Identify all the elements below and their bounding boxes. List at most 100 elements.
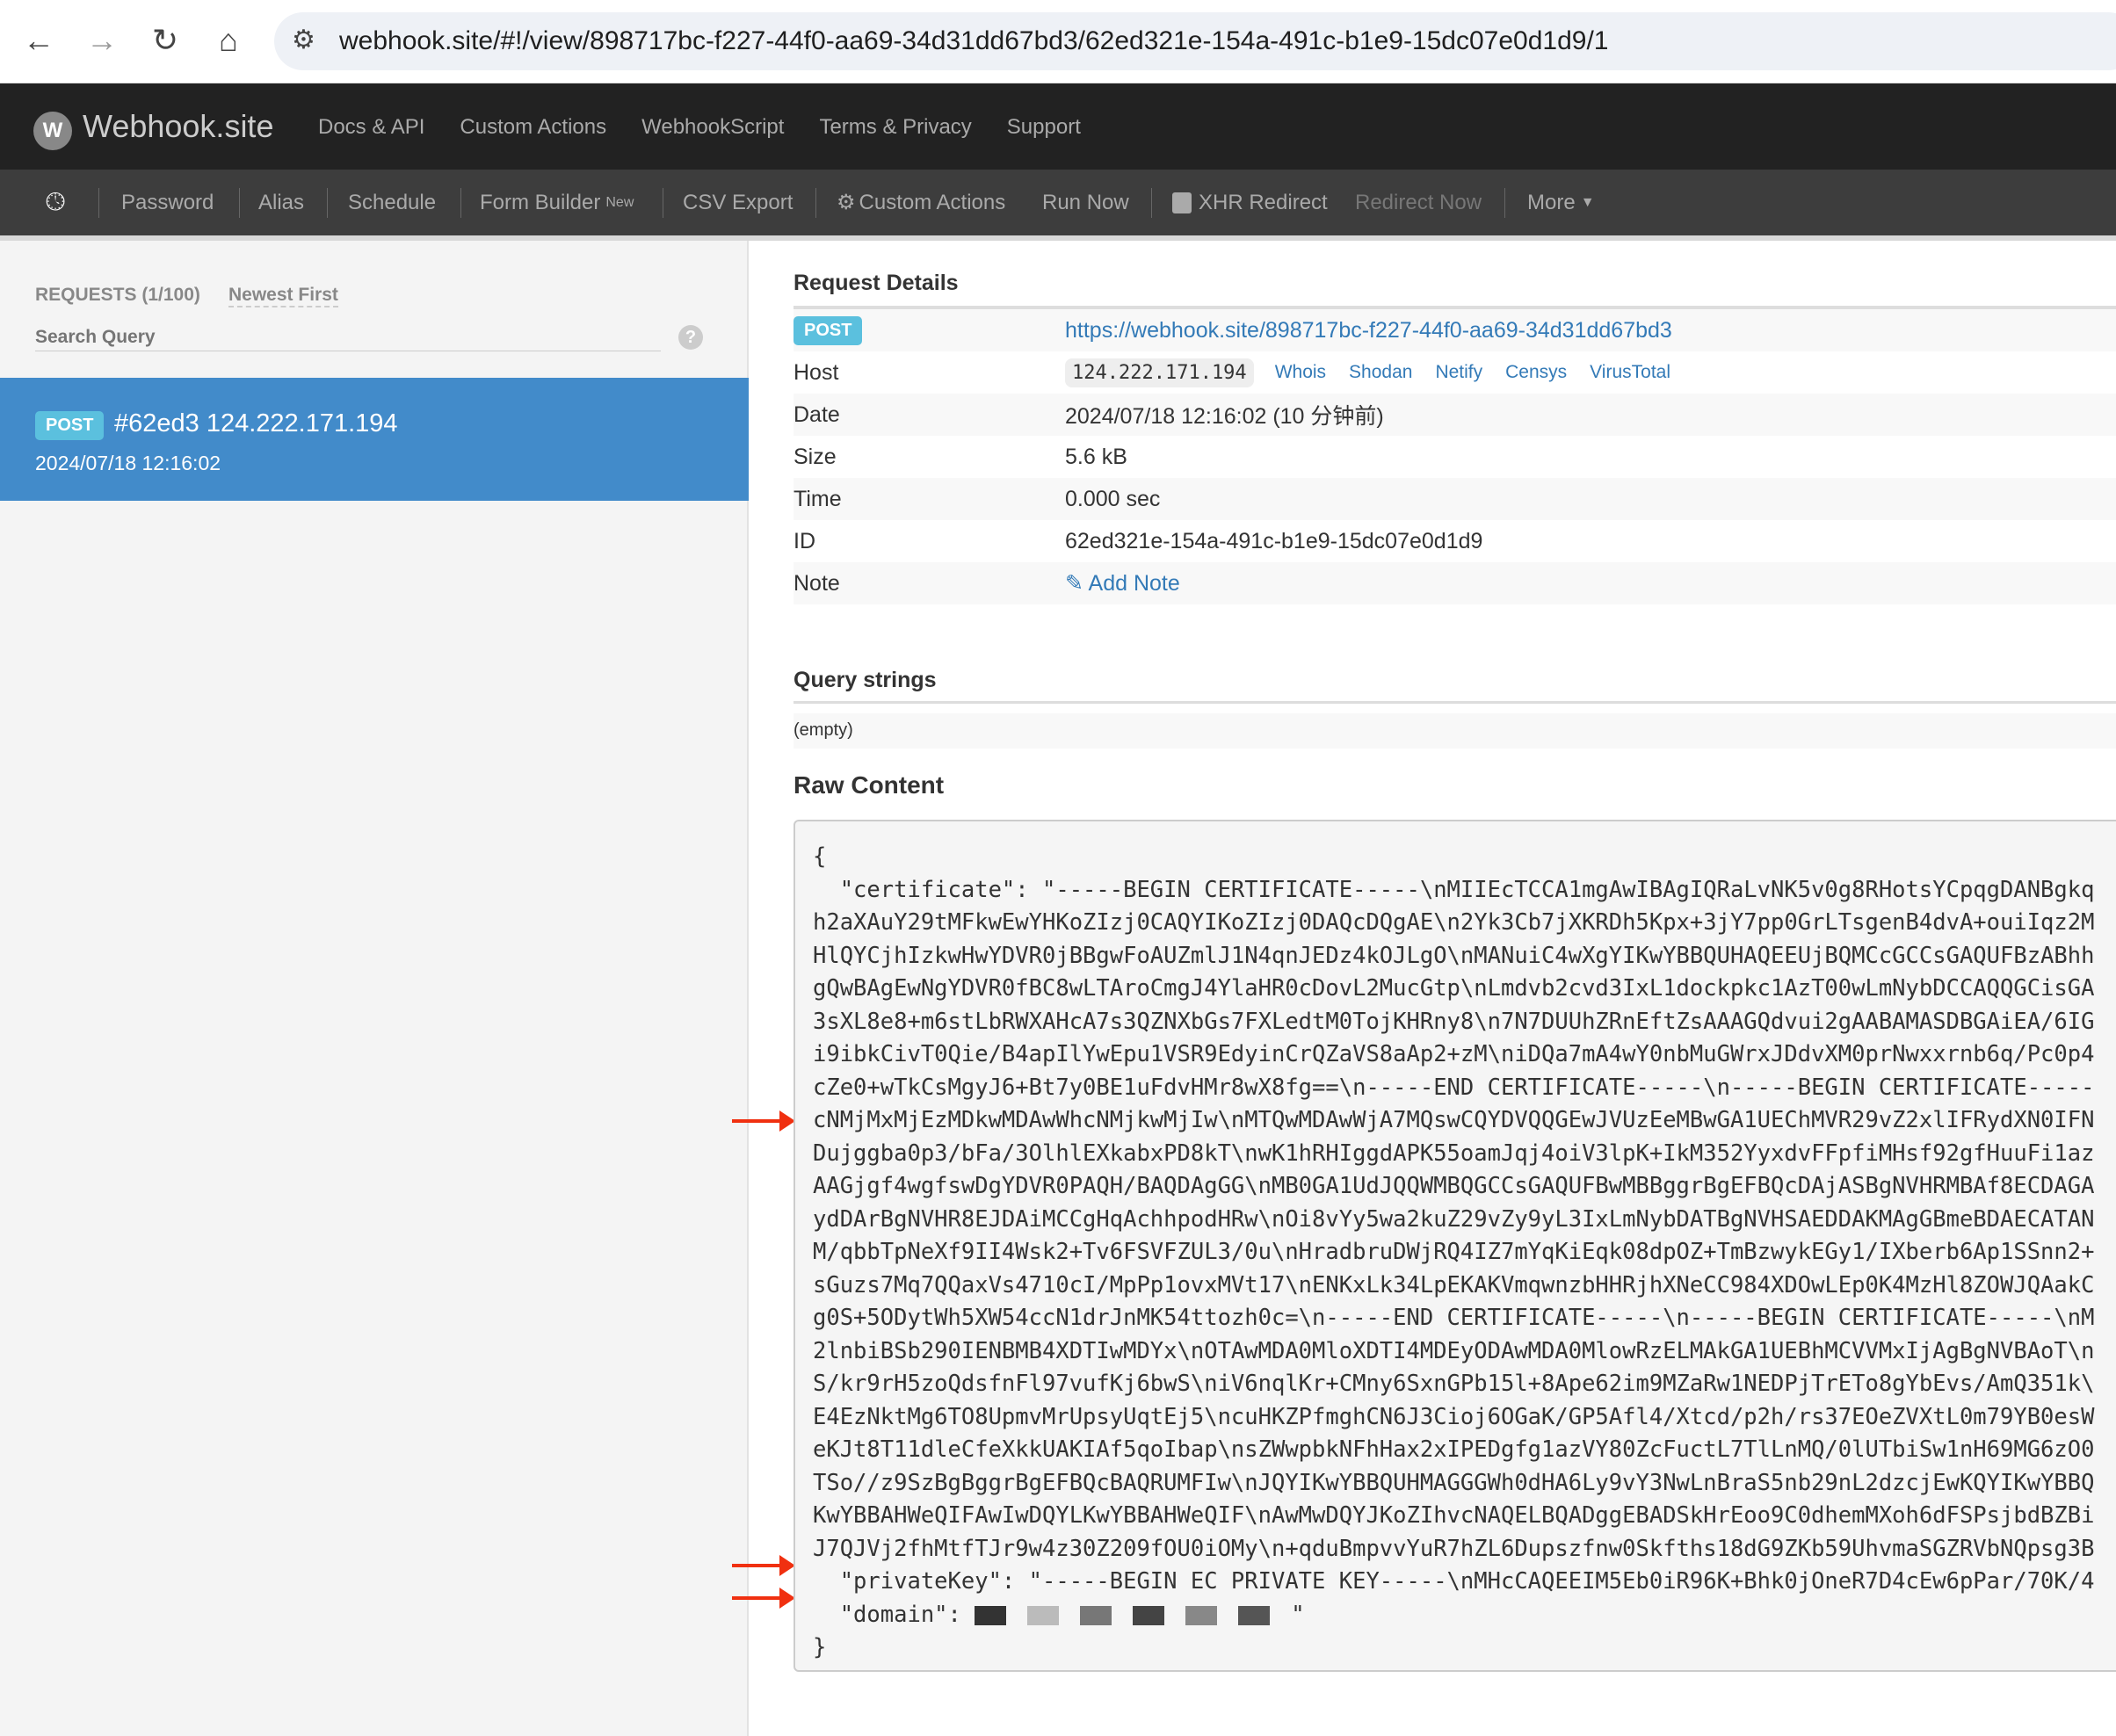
annotation-arrow [732,1555,795,1576]
home-icon[interactable]: ⌂ [207,19,250,61]
schedule-button[interactable]: Schedule [330,170,436,235]
code-line: Dujggba0p3/bFa/3OlhlEXkabxPD8kT\nwK1hRHI… [813,1139,2095,1167]
toolbar: 🕓︎ Password Alias Schedule Form Builder N… [0,170,2116,241]
time-value: 0.000 sec [1065,486,1161,511]
code-line-domain: "domain": " [813,1599,2094,1632]
method-badge: POST [35,411,105,440]
code-line: sGuzs7Mq7QQaxVs4710cI/MpPp1ovxMVt17\nENK… [813,1271,2095,1298]
xhr-redirect-button[interactable]: XHR Redirect [1155,170,1328,235]
code-line: cZe0+wTkCsMgyJ6+Bt7y0BE1uFdvHMr8wX8fg==\… [813,1074,2095,1101]
caret-down-icon: ▼ [1580,194,1595,210]
url-text[interactable]: webhook.site/#!/view/898717bc-f227-44f0-… [339,26,1608,56]
nav-docs[interactable]: Docs & API [318,115,424,140]
form-builder-label: Form Builder [480,190,601,214]
clock-icon[interactable]: 🕓︎ [28,170,65,235]
netify-link[interactable]: Netify [1435,362,1482,383]
help-icon[interactable]: ? [678,325,703,350]
search-input[interactable] [35,323,661,351]
requests-count: REQUESTS (1/100) [35,285,200,305]
more-label: More [1527,190,1576,214]
time-label: Time [794,486,842,511]
pencil-icon: ✎ [1065,571,1089,596]
csv-export-button[interactable]: CSV Export [665,170,793,235]
code-line: "certificate": "-----BEGIN CERTIFICATE--… [813,876,2095,903]
back-icon[interactable]: ← [18,19,60,61]
nav-support[interactable]: Support [1007,115,1081,140]
request-details-heading: Request Details [794,271,959,295]
code-line: M/qbbTpNeXf9II4Wsk2+Tv6FSVFZUL3/0u\nHrad… [813,1239,2095,1265]
redacted-block [1133,1605,1165,1625]
nav-webhookscript[interactable]: WebhookScript [641,115,784,140]
forward-icon[interactable]: → [81,19,123,61]
code-line: 3sXL8e8+m6stLbRWXAHcA7s3QZNXbGs7FXLedtM0… [813,1008,2095,1035]
code-line: KwYBBAHWeQIFAwIwDQYLKwYBBAHWeQIF\nAwMwDQ… [813,1502,2095,1529]
logo-icon[interactable]: W [33,112,72,150]
request-list-item[interactable]: POST #62ed3 124.222.171.194 2024/07/18 1… [0,378,749,501]
query-strings-value: (empty) [794,713,2116,749]
date-row: Date 2024/07/18 12:16:02 (10 分钟前) [794,394,2116,436]
password-button[interactable]: Password [104,170,214,235]
censys-link[interactable]: Censys [1505,362,1567,383]
custom-actions-button[interactable]: ⚙ Custom Actions [819,170,1005,235]
host-ip: 124.222.171.194 [1065,358,1254,387]
site-settings-icon[interactable]: ⚙ [292,25,315,55]
code-line: gQwBAgEwNgYDVR0fBC8wLTAroCmgJ4YlaHR0cDov… [813,975,2095,1002]
alias-button[interactable]: Alias [241,170,304,235]
domain-key: "domain": [813,1601,975,1628]
sort-order-toggle[interactable]: Newest First [228,285,338,307]
new-badge: New [605,194,634,210]
more-dropdown[interactable]: More ▼ [1510,170,1595,235]
method-badge: POST [794,315,863,345]
query-strings-heading: Query strings [794,668,937,692]
code-line: "privateKey": "-----BEGIN EC PRIVATE KEY… [813,1568,2095,1595]
brand[interactable]: Webhook.site [83,108,273,145]
code-line: TSo//z9SzBgBggrBgEFBQcBAQRUMFIw\nJQYIKwY… [813,1469,2095,1496]
note-label: Note [794,570,840,596]
gear-icon: ⚙ [837,191,856,214]
nav-terms[interactable]: Terms & Privacy [819,115,971,140]
code-line: J7QJVj2fhMtfTJr9w4z30Z209fOU0iOMy\n+qduB… [813,1535,2095,1562]
request-url-link[interactable]: https://webhook.site/898717bc-f227-44f0-… [1065,318,1672,344]
request-title: #62ed3 124.222.171.194 [114,409,398,438]
code-line: eKJt8T11dleCfeXkkUAKIAf5qoIbap\nsZWwpbkN… [813,1436,2095,1463]
add-note-link[interactable]: ✎ Add Note [1065,570,1180,597]
id-row: ID 62ed321e-154a-491c-b1e9-15dc07e0d1d9 [794,520,2116,562]
size-row: Size 5.6 kB [794,436,2116,478]
request-date: 2024/07/18 12:16:02 [35,452,221,474]
redirect-now-button[interactable]: Redirect Now [1337,170,1482,235]
reload-icon[interactable]: ↻ [144,19,186,61]
redacted-block [1185,1605,1218,1625]
address-bar[interactable]: ⚙ webhook.site/#!/view/898717bc-f227-44f… [274,12,2116,70]
custom-actions-label: Custom Actions [859,190,1006,214]
shodan-link[interactable]: Shodan [1349,362,1412,383]
raw-content-code: { "certificate": "-----BEGIN CERTIFICATE… [813,841,2094,1665]
code-line: HlQYCjhIzkwHwYDVR0jBBgwFoAUZmlJ1N4qnJEDz… [813,942,2095,969]
time-row: Time 0.000 sec [794,478,2116,520]
run-now-button[interactable]: Run Now [1025,170,1129,235]
url-row: POST https://webhook.site/898717bc-f227-… [794,309,2116,351]
xhr-redirect-label: XHR Redirect [1199,190,1328,214]
form-builder-button[interactable]: Form Builder New [462,170,634,235]
code-line: AAGjgf4wgfswDgYDVR0PAQH/BAQDAgGG\nMB0GA1… [813,1173,2095,1199]
code-line: S/kr9rH5zoQdsfnFl97vufKj6bwS\niV6nqlKr+C… [813,1371,2095,1397]
raw-content-box: { "certificate": "-----BEGIN CERTIFICATE… [794,820,2116,1672]
size-value: 5.6 kB [1065,444,1127,469]
domain-close-quote: " [1291,1601,1305,1628]
virustotal-link[interactable]: VirusTotal [1590,362,1670,383]
whois-link[interactable]: Whois [1275,362,1326,383]
code-line: { [813,843,827,870]
code-line: i9ibkCivT0Qie/B4apIlYwEpu1VSR9EdyinCrQZa… [813,1041,2095,1067]
code-line: h2aXAuY29tMFkwEwYHKoZIzj0CAQYIKoZIzj0DAQ… [813,909,2095,936]
code-line: cNMjMxMjEzMDkwMDAwWhcNMjkwMjIw\nMTQwMDAw… [813,1107,2095,1133]
host-label: Host [794,359,839,385]
code-line: } [813,1634,827,1660]
note-row: Note ✎ Add Note [794,562,2116,604]
redacted-block [975,1605,1007,1625]
size-label: Size [794,444,837,469]
nav-custom-actions[interactable]: Custom Actions [460,115,606,140]
raw-content-heading: Raw Content [794,771,945,799]
redacted-block [1080,1605,1112,1625]
id-value: 62ed321e-154a-491c-b1e9-15dc07e0d1d9 [1065,528,1483,553]
top-nav: W Webhook.site Docs & API Custom Actions… [0,83,2116,170]
redacted-block [1027,1605,1060,1625]
